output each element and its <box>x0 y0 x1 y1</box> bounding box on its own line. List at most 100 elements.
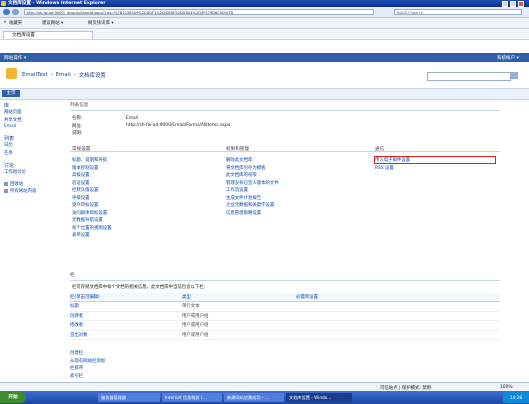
column-action-link-3[interactable]: 索引栏 <box>70 373 525 379</box>
general-setting-link-3[interactable]: 验证设置 <box>72 180 212 186</box>
column-name-link[interactable]: 签出对象 <box>70 330 182 341</box>
communications-list: 传入电子邮件设置 RSS 设置 <box>374 156 496 171</box>
zoom-level[interactable]: 100% <box>500 385 513 390</box>
general-setting-link-2[interactable]: 高级设置 <box>72 172 212 178</box>
table-cell <box>296 330 500 341</box>
nav-item-all-site-content[interactable]: 所有网站内容 <box>4 188 62 194</box>
breadcrumb-current: 文档库设置 <box>78 73 106 79</box>
star-icon[interactable]: ★ <box>3 20 7 25</box>
site-actions-menu[interactable]: 网站操作 ▾ <box>4 55 26 61</box>
nav-item-site-pages[interactable]: 网站页面 <box>4 109 62 115</box>
communication-link-0[interactable]: 传入电子邮件设置 <box>374 156 496 164</box>
favorites-bar: ★ 收藏夹 建议网站 ▾ 网页快讯库 ▾ <box>0 18 529 29</box>
taskbar-server-manager[interactable]: 服务器管理器 <box>98 393 160 402</box>
permission-link-1[interactable]: 将文档库另存为模板 <box>226 165 366 171</box>
search-input[interactable]: BAIDU Search <box>394 9 522 15</box>
columns-heading: 栏 <box>70 273 75 278</box>
user-menu[interactable]: 系统帐户 ▾ <box>497 55 519 61</box>
nav-heading-discussions[interactable]: 讨论 <box>4 162 62 169</box>
table-row: 创建者 用户或用户组 <box>70 311 500 322</box>
table-cell: 用户或用户组 <box>182 320 296 331</box>
tab-row: 文档库设置 <box>0 29 529 40</box>
general-setting-link-1[interactable]: 版本控制设置 <box>72 165 212 171</box>
browser-tab[interactable]: 文档库设置 <box>3 31 93 39</box>
column-name-link[interactable]: 创建者 <box>70 311 182 322</box>
taskbar-new-site[interactable]: 新建网站创建成功 - ... <box>224 393 284 402</box>
col-header-name[interactable]: 栏(单击可编辑) <box>70 293 182 302</box>
site-search-input[interactable] <box>427 72 511 81</box>
permission-link-3[interactable]: 管理没有已签入版本的文件 <box>226 180 366 186</box>
url-input[interactable]: http://sh-fw-ad:9000/_layouts/listedit.a… <box>24 9 374 15</box>
permissions-heading: 权限和管理 <box>226 147 249 152</box>
general-setting-link-6[interactable]: 受众目标设置 <box>72 202 212 208</box>
tab-home[interactable]: 主页 <box>2 90 20 97</box>
table-cell: 用户或用户组 <box>182 330 296 341</box>
address-value: http://sh-fw-ad:9000/Email/Forms/AllItem… <box>126 123 231 128</box>
minimize-button[interactable] <box>502 0 508 7</box>
column-name-link[interactable]: 修改者 <box>70 320 182 331</box>
permission-link-4[interactable]: 工作流设置 <box>226 187 366 193</box>
breadcrumb-site[interactable]: EmailTest <box>22 72 48 78</box>
suggested-sites-link[interactable]: 建议网站 ▾ <box>42 20 63 26</box>
general-setting-link-7[interactable]: 访问群体目标设置 <box>72 210 212 216</box>
permission-link-6[interactable]: 企业元数据和关键字设置 <box>226 202 366 208</box>
start-button[interactable]: 开始 <box>0 392 26 403</box>
column-action-link-2[interactable]: 栏排序 <box>70 365 525 371</box>
general-setting-link-10[interactable]: 表单设置 <box>72 232 212 238</box>
column-action-link-0[interactable]: 创建栏 <box>70 350 525 356</box>
general-setting-link-9[interactable]: 每个位置的视图设置 <box>72 225 212 231</box>
back-icon[interactable] <box>3 9 10 15</box>
table-cell: 单行文本 <box>182 301 296 312</box>
search-icon[interactable] <box>511 72 518 79</box>
all-content-icon <box>4 189 8 193</box>
table-row: 标题 单行文本 <box>70 301 500 312</box>
name-value: Email <box>126 115 139 121</box>
recycle-bin-label: 回收站 <box>10 181 24 187</box>
nav-heading-libraries[interactable]: 库 <box>4 102 62 109</box>
nav-item-shared-docs[interactable]: 共享文档 <box>4 117 62 123</box>
nav-item-recycle-bin[interactable]: 回收站 <box>4 181 62 187</box>
column-action-link-1[interactable]: 从现有网站栏添加 <box>70 358 525 364</box>
taskbar-library-settings[interactable]: 文档库设置 - Windo... <box>286 393 352 402</box>
description-label: 说明: <box>72 131 83 136</box>
general-setting-link-4[interactable]: 栏默认值设置 <box>72 187 212 193</box>
general-setting-link-0[interactable]: 标题、说明和导航 <box>72 157 212 163</box>
col-header-required[interactable]: 必需项设置 <box>296 293 500 302</box>
tab-label: 文档库设置 <box>12 33 35 38</box>
nav-heading-lists[interactable]: 列表 <box>4 135 62 142</box>
address-bar: http://sh-fw-ad:9000/_layouts/listedit.a… <box>0 7 529 18</box>
main-content: 列表信息 名称: Email 网址: http://sh-fw-ad:9000/Em… <box>70 102 525 398</box>
breadcrumb: EmailTest › Email › 文档库设置 <box>22 72 106 79</box>
settings-columns: 常规设置 标题、说明和导航 版本控制设置 高级设置验证设置 栏默认值设置 评级设置 受众目… <box>70 146 525 244</box>
general-setting-link-5[interactable]: 评级设置 <box>72 195 212 201</box>
maximize-button[interactable] <box>510 0 516 7</box>
nav-item-calendar[interactable]: 日历 <box>4 142 62 148</box>
general-setting-link-8[interactable]: 元数据导航设置 <box>72 217 212 223</box>
communications-heading: 通信 <box>375 147 385 152</box>
table-cell <box>296 311 500 322</box>
list-info-heading: 列表信息 <box>70 103 89 108</box>
taskbar-iis[interactable]: Internet 信息服务 (... <box>162 393 222 402</box>
web-slice-gallery-link[interactable]: 网页快讯库 ▾ <box>88 20 114 26</box>
table-cell <box>296 301 500 312</box>
nav-item-email[interactable]: Email <box>4 124 62 129</box>
window-title: 文档库设置 - Windows Internet Explorer <box>8 1 106 6</box>
communication-link-1[interactable]: RSS 设置 <box>375 165 495 171</box>
permission-link-7[interactable]: 信息管理策略设置 <box>226 210 366 216</box>
permission-link-0[interactable]: 删除此文档库 <box>226 157 366 163</box>
permission-link-2[interactable]: 此文档库的权限 <box>226 172 366 178</box>
nav-item-team-discussion[interactable]: 工作组讨论 <box>4 169 62 175</box>
permission-link-5[interactable]: 生成文件计划报告 <box>226 195 366 201</box>
forward-icon[interactable] <box>12 9 19 15</box>
recycle-bin-icon <box>4 181 8 186</box>
nav-item-tasks[interactable]: 任务 <box>4 150 62 156</box>
general-settings-heading: 常规设置 <box>72 147 91 152</box>
breadcrumb-library[interactable]: Email <box>56 72 71 78</box>
table-cell <box>296 320 500 331</box>
col-header-type[interactable]: 类型 <box>182 293 296 302</box>
favorites-button[interactable]: 收藏夹 <box>9 20 22 26</box>
window-title-bar: 文档库设置 - Windows Internet Explorer <box>0 0 529 7</box>
column-name-link[interactable]: 标题 <box>70 301 182 312</box>
close-button[interactable] <box>518 0 524 7</box>
quick-launch: 库 网站页面 共享文档 Email 列表 日历 任务 讨论 工作组讨论 回收站 … <box>4 102 62 200</box>
